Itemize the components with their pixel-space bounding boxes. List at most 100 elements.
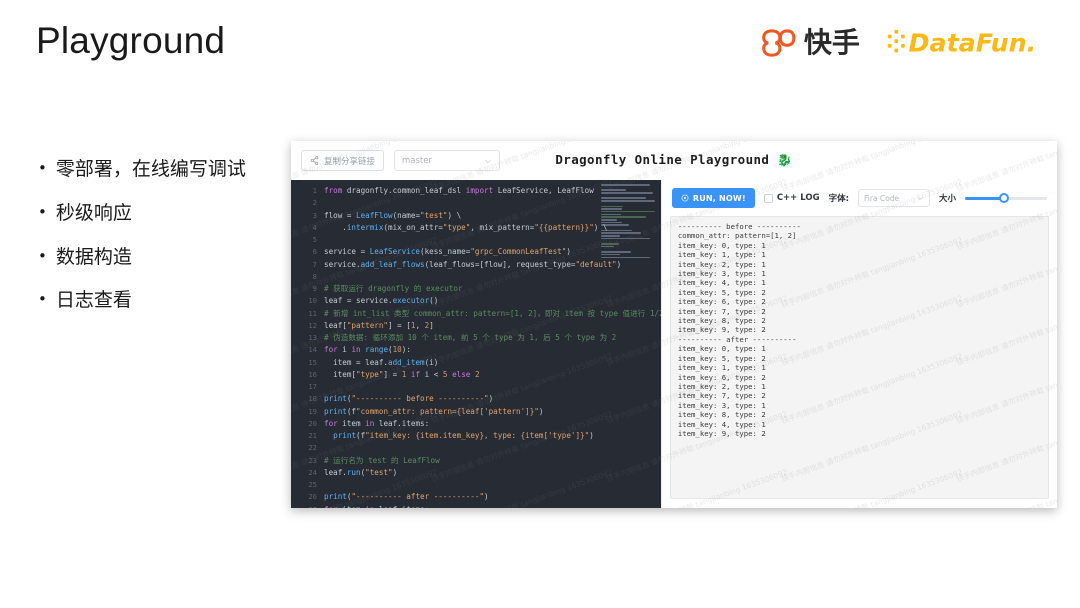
slide: Playground 快手 DataFun. • 零部署，在线编写调试 • 秒级… [0,0,1080,608]
playground-title-text: Dragonfly Online Playground [555,152,770,167]
share-icon [310,156,319,165]
minimap-line [600,243,620,245]
line-number: 5 [312,235,317,244]
code-line: item = leaf.add_item(i) [324,357,439,367]
code-line: for item in leaf.items: [324,418,430,428]
slider-fill [965,197,1003,200]
slider-knob[interactable] [999,193,1010,203]
bullet-text: 零部署，在线编写调试 [55,158,246,180]
code-line: # 伪造数据: 循环添加 10 个 item, 前 5 个 type 为 1, … [324,333,617,342]
code-line: for item in leaf.items: [324,504,661,509]
bullet-text: 秒级响应 [55,201,132,224]
line-number: 9 [312,284,317,293]
line-number: 4 [312,222,317,232]
code-line: print("---------- after ----------") [324,492,489,502]
code-line: leaf["pattern"] = [1, 2] [324,320,434,330]
playground-body: 1 2 3 4 5 6 7 8 9 10 11 12 13 14 15 16 17 18 19 20 21 22 23 24 2… [291,180,1057,508]
branch-select-value: master [402,155,432,166]
chevron-down-icon [917,196,923,201]
bullet-marker: • [38,159,47,177]
line-number: 20 [308,418,317,428]
editor-minimap[interactable] [600,184,655,304]
line-number: 27 [291,504,317,509]
chevron-down-icon [485,159,491,163]
code-line: for i in range(10): [324,345,411,355]
code-line: # 运行名为 test 的 LeafFlow [324,455,440,465]
line-number: 18 [308,394,317,404]
line-number: 2 [312,198,317,208]
line-number: 15 [308,357,317,367]
line-number: 26 [308,492,317,502]
playground-topbar: 复制分享链接 master Dragonfly Online Playgroun… [291,141,1057,180]
play-circle-icon [681,194,689,202]
bullet-list: • 零部署，在线编写调试 • 秒级响应 • 数据构造 • 日志查看 [38,158,283,333]
line-number: 21 [308,431,317,440]
minimap-line [600,251,631,253]
output-console[interactable]: ---------- before ---------- common_attr… [669,216,1049,499]
code-line: item["type"] = 1 if i < 5 else 2 [324,369,480,379]
minimap-line [600,232,642,234]
page-title: Playground [36,20,226,61]
font-label: 字体: [828,194,849,204]
code-line: print(f"common_attr: pattern={leaf['patt… [324,406,544,416]
code-line: # 新增 int_list 类型 common_attr: pattern=[1… [324,308,661,318]
font-select-value: Fira Code [863,193,900,203]
bullet-text: 日志查看 [55,289,132,312]
datafun-mark-icon: DataFun. [887,28,1036,57]
size-label: 大小 [938,194,956,204]
code-line: print("---------- before ----------") [324,394,494,404]
font-select[interactable]: Fira Code [857,189,930,207]
minimap-line [600,192,653,194]
minimap-line [600,218,617,221]
minimap-line [600,237,651,240]
output-console-text: ---------- before ---------- common_attr… [677,222,801,438]
copy-share-link-label: 复制分享链接 [324,156,376,167]
kuaishou-mark-icon [762,29,796,57]
playground-screenshot: 复制分享链接 master Dragonfly Online Playgroun… [291,141,1057,508]
checkbox-box[interactable] [763,193,773,203]
minimap-line [600,216,647,218]
code-line: leaf.run("test") [324,467,398,477]
bullet-text: 数据构造 [55,245,132,268]
editor-line-numbers: 1 2 3 4 5 6 7 8 9 10 11 12 13 14 15 16 17 18 19 20 21 22 23 24 2… [291,180,317,508]
minimap-line [600,184,651,186]
copy-share-link-button[interactable]: 复制分享链接 [301,150,385,171]
output-pane: RUN, NOW! C++ LOG 字体: Fira Code 大小 -----… [660,180,1057,508]
code-editor[interactable]: 1 2 3 4 5 6 7 8 9 10 11 12 13 14 15 16 17 18 19 20 21 22 23 24 2… [291,180,661,508]
minimap-line [600,197,647,200]
line-number: 11 [308,308,317,318]
line-number: 17 [308,382,317,391]
kuaishou-wordmark: 快手 [803,26,860,59]
line-number: 14 [308,345,317,355]
line-number: 16 [308,369,317,379]
bullet-marker: • [38,202,47,221]
minimap-line [600,229,632,232]
dragon-emoji-icon: 🐉 [777,153,793,167]
minimap-line [600,210,655,213]
line-number: 10 [308,296,317,306]
minimap-line [600,200,655,202]
line-number: 6 [312,247,317,257]
line-number: 8 [312,271,317,281]
kuaishou-logo: 快手 [761,28,860,58]
bullet-marker: • [38,290,47,309]
minimap-line [600,245,615,248]
run-button[interactable]: RUN, NOW! [671,188,755,208]
line-number: 22 [308,443,317,453]
cpp-log-checkbox[interactable]: C++ LOG [763,193,820,203]
line-number: 23 [308,455,317,465]
line-number: 24 [308,467,317,477]
list-item: • 零部署，在线编写调试 [38,158,283,182]
line-number: 1 [312,186,317,195]
list-item: • 数据构造 [38,246,283,270]
line-number: 25 [308,480,317,489]
output-toolbar: RUN, NOW! C++ LOG 字体: Fira Code 大小 [661,180,1057,216]
svg-text:DataFun.: DataFun. [908,28,1036,57]
minimap-line [600,208,622,210]
list-item: • 日志查看 [38,289,283,313]
font-size-slider[interactable] [965,192,1047,204]
branch-select[interactable]: master [394,150,501,171]
